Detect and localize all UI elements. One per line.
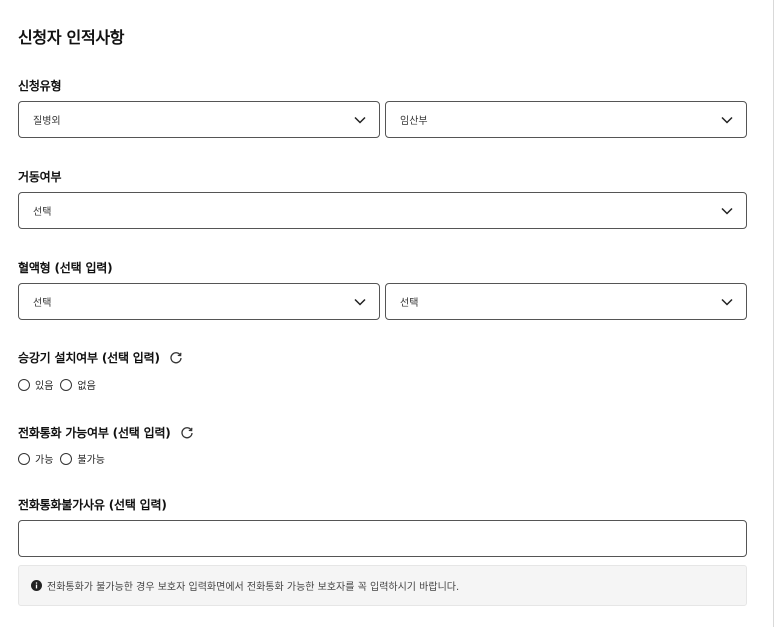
phone-call-label: 전화통화 가능여부 (선택 입력) bbox=[18, 424, 194, 441]
info-note-text: 전화통화가 불가능한 경우 보호자 입력화면에서 전화통화 가능한 보호자를 꼭… bbox=[47, 582, 460, 593]
chevron-down-icon bbox=[721, 207, 733, 215]
section-title: 신청자 인적사항 bbox=[18, 28, 125, 47]
radio-option-label: 가능 bbox=[35, 455, 54, 466]
radio-option-label: 없음 bbox=[77, 381, 96, 392]
lift-installed-label-text: 승강기 설치여부 (선택 입력) bbox=[18, 351, 160, 365]
phone-call-radio-group: 가능 불가능 bbox=[18, 451, 112, 466]
application-type-select-1[interactable]: 질병외 bbox=[18, 101, 380, 138]
refresh-icon[interactable] bbox=[169, 351, 183, 365]
blood-type-label: 혈액형 (선택 입력) bbox=[18, 259, 113, 276]
blood-type-select-1[interactable]: 선택 bbox=[18, 283, 380, 320]
info-note: 전화통화가 불가능한 경우 보호자 입력화면에서 전화통화 가능한 보호자를 꼭… bbox=[18, 565, 747, 606]
applicant-info-form: 신청자 인적사항 신청유형 질병외 임산부 거동여부 선택 혈액형 (선택 입력… bbox=[0, 0, 779, 627]
application-type-select-1-value: 질병외 bbox=[33, 116, 61, 127]
radio-circle[interactable] bbox=[60, 452, 73, 465]
chevron-down-icon bbox=[354, 116, 366, 124]
chevron-down-icon bbox=[354, 298, 366, 306]
refresh-icon[interactable] bbox=[180, 426, 194, 440]
application-type-label-text: 신청유형 bbox=[18, 79, 62, 93]
phone-call-label-text: 전화통화 가능여부 (선택 입력) bbox=[18, 426, 171, 440]
mobility-select-value: 선택 bbox=[33, 207, 52, 218]
mobility-label: 거동여부 bbox=[18, 168, 62, 185]
phone-unavailable-reason-label: 전화통화불가사유 (선택 입력) bbox=[18, 496, 167, 513]
info-circle-icon bbox=[31, 580, 42, 591]
mobility-label-text: 거동여부 bbox=[18, 170, 62, 184]
phone-unavailable-reason-input[interactable] bbox=[18, 520, 747, 557]
chevron-down-icon bbox=[721, 298, 733, 306]
radio-circle[interactable] bbox=[60, 378, 73, 391]
radio-option-available[interactable]: 가능 bbox=[18, 451, 53, 466]
blood-type-label-text: 혈액형 (선택 입력) bbox=[18, 261, 113, 275]
radio-option-no[interactable]: 없음 bbox=[60, 377, 96, 392]
panel-divider bbox=[773, 0, 774, 627]
radio-option-unavailable[interactable]: 불가능 bbox=[60, 451, 105, 466]
lift-installed-radio-group: 있음 없음 bbox=[18, 377, 103, 392]
phone-unavailable-reason-label-text: 전화통화불가사유 (선택 입력) bbox=[18, 498, 167, 512]
application-type-select-2-value: 임산부 bbox=[400, 116, 428, 127]
lift-installed-label: 승강기 설치여부 (선택 입력) bbox=[18, 349, 183, 366]
radio-option-label: 있음 bbox=[35, 381, 54, 392]
radio-option-yes[interactable]: 있음 bbox=[18, 377, 53, 392]
blood-type-select-2[interactable]: 선택 bbox=[385, 283, 747, 320]
radio-circle[interactable] bbox=[18, 452, 30, 465]
radio-circle[interactable] bbox=[18, 378, 30, 391]
application-type-select-2[interactable]: 임산부 bbox=[385, 101, 747, 138]
blood-type-select-1-value: 선택 bbox=[33, 298, 52, 309]
chevron-down-icon bbox=[721, 116, 733, 124]
radio-option-label: 불가능 bbox=[77, 455, 106, 466]
mobility-select[interactable]: 선택 bbox=[18, 192, 747, 229]
blood-type-select-2-value: 선택 bbox=[400, 298, 419, 309]
application-type-label: 신청유형 bbox=[18, 77, 62, 94]
